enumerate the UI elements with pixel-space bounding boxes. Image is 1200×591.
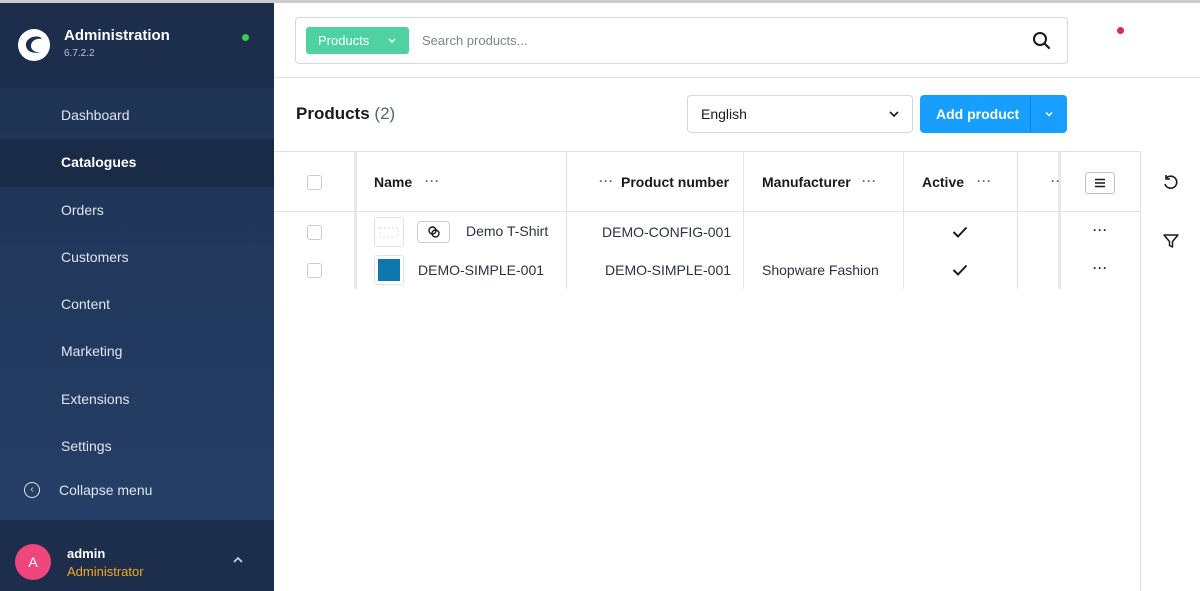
chevron-down-icon	[388, 38, 396, 43]
checkmark-icon	[952, 226, 968, 238]
column-extra-menu[interactable]: ··	[1051, 174, 1061, 188]
column-active-menu[interactable]: ···	[977, 174, 992, 188]
image-placeholder-icon	[379, 227, 399, 238]
sidebar: Administration 6.7.2.2 Dashboard Catalog…	[0, 0, 274, 591]
product-name-link[interactable]: Demo T-Shirt	[466, 223, 548, 239]
global-search: Products	[295, 17, 1068, 64]
product-name-link[interactable]: DEMO-SIMPLE-001	[418, 262, 544, 278]
product-thumbnail	[374, 255, 404, 285]
select-all-checkbox[interactable]	[307, 175, 322, 190]
column-number-menu[interactable]: ···	[599, 174, 614, 188]
search-input[interactable]	[422, 27, 1022, 54]
main-nav: Dashboard Catalogues Orders Customers Co…	[0, 92, 274, 470]
add-product-dropdown[interactable]	[1030, 95, 1067, 133]
row-actions-button[interactable]: ···	[1093, 223, 1108, 237]
product-manufacturer: Shopware Fashion	[762, 262, 879, 278]
product-count: (2)	[374, 104, 396, 123]
variants-badge[interactable]	[417, 221, 450, 243]
product-grid: Name ··· ··· Product number Manufacturer…	[274, 151, 1141, 591]
nav-item-marketing[interactable]: Marketing	[0, 328, 274, 375]
nav-item-dashboard[interactable]: Dashboard	[0, 92, 274, 139]
search-icon[interactable]	[1031, 30, 1053, 52]
nav-item-content[interactable]: Content	[0, 281, 274, 328]
product-number: DEMO-SIMPLE-001	[605, 262, 732, 278]
add-product-label[interactable]: Add product	[936, 95, 1019, 133]
nav-item-extensions[interactable]: Extensions	[0, 376, 274, 423]
product-thumbnail	[374, 217, 404, 247]
sidebar-header: Administration 6.7.2.2	[0, 0, 274, 88]
language-value: English	[701, 106, 747, 122]
app-version: 6.7.2.2	[64, 48, 95, 59]
row-actions-button[interactable]: ···	[1093, 261, 1108, 275]
nav-item-catalogues[interactable]: Catalogues	[0, 139, 274, 187]
sidebar-right	[1141, 151, 1200, 591]
filter-icon[interactable]	[1161, 231, 1181, 251]
page-title: Products (2)	[296, 104, 395, 124]
row-checkbox[interactable]	[307, 225, 322, 240]
reset-icon[interactable]	[1161, 173, 1181, 193]
app-title: Administration	[64, 27, 170, 44]
column-header-active[interactable]: Active	[922, 174, 964, 190]
shopware-logo	[18, 29, 50, 61]
link-icon	[427, 226, 440, 238]
nav-item-settings[interactable]: Settings	[0, 423, 274, 470]
column-name-menu[interactable]: ···	[425, 174, 440, 188]
table-row[interactable]: DEMO-SIMPLE-001 DEMO-SIMPLE-001 Shopware…	[274, 251, 1141, 289]
product-number: DEMO-CONFIG-001	[602, 224, 732, 240]
user-name: admin	[67, 546, 106, 561]
column-header-manufacturer[interactable]: Manufacturer	[762, 174, 851, 190]
user-role: Administrator	[67, 564, 144, 579]
chevron-up-icon[interactable]	[232, 554, 244, 566]
collapse-menu-button[interactable]: ‹ Collapse menu	[0, 470, 274, 510]
product-image	[378, 259, 400, 281]
language-select[interactable]: English	[687, 95, 913, 133]
notification-indicator[interactable]	[1117, 27, 1124, 34]
column-manufacturer-menu[interactable]: ···	[862, 174, 877, 188]
nav-item-customers[interactable]: Customers	[0, 234, 274, 281]
checkmark-icon	[952, 264, 968, 276]
status-indicator	[242, 34, 249, 41]
grid-settings-button[interactable]	[1085, 172, 1115, 194]
list-settings-icon	[1095, 178, 1105, 188]
top-bar: Products	[274, 0, 1200, 78]
nav-item-orders[interactable]: Orders	[0, 187, 274, 234]
collapse-menu-label: Collapse menu	[59, 482, 153, 498]
column-header-product-number[interactable]: Product number	[621, 174, 729, 190]
search-type-label: Products	[318, 33, 370, 48]
column-header-name[interactable]: Name	[374, 174, 412, 190]
add-product-button: Add product	[920, 95, 1067, 133]
page-title-text: Products	[296, 104, 370, 123]
chevron-down-icon	[1045, 111, 1053, 117]
table-row[interactable]: Demo T-Shirt DEMO-CONFIG-001 ···	[274, 213, 1141, 251]
search-type-selector[interactable]: Products	[306, 27, 409, 54]
row-checkbox[interactable]	[307, 263, 322, 278]
avatar: A	[15, 544, 51, 580]
chevron-down-icon	[889, 111, 899, 118]
user-panel[interactable]: A admin Administrator	[0, 520, 274, 591]
collapse-icon: ‹	[24, 482, 40, 498]
